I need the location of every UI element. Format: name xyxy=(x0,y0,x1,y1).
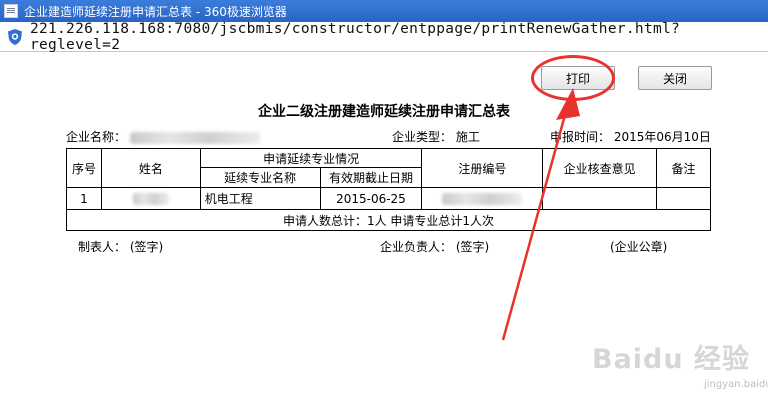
header-expiry: 有效期截止日期 xyxy=(319,167,423,188)
print-highlight-circle xyxy=(531,55,615,101)
company-name-redacted xyxy=(129,131,260,144)
watermark-logo: Baidu 经验 xyxy=(592,344,751,375)
cell-name-redacted xyxy=(100,187,201,210)
cell-major: 机电工程 xyxy=(199,187,321,210)
summary-text: 申请人数总计：1人 申请专业总计1人次 xyxy=(66,209,711,231)
close-button[interactable]: 关闭 xyxy=(638,66,712,90)
header-major: 延续专业名称 xyxy=(199,167,321,188)
cell-reg-no-redacted xyxy=(421,187,544,210)
header-reg-no: 注册编号 xyxy=(421,148,544,188)
window-title: 企业建造师延续注册申请汇总表 - 360极速浏览器 xyxy=(24,4,287,19)
company-type-field: 企业类型： 施工 xyxy=(392,128,480,145)
header-seq: 序号 xyxy=(66,148,102,188)
table-summary-row: 申请人数总计：1人 申请专业总计1人次 xyxy=(66,209,711,231)
shield-icon xyxy=(7,28,22,45)
cell-remark xyxy=(656,187,711,210)
baidu-watermark: Baidu 经验 jingyan.baidu.com xyxy=(592,337,768,390)
report-date-field: 申报时间： 2015年06月10日 xyxy=(550,128,711,145)
company-name-label: 企业名称： xyxy=(66,130,127,144)
company-type-label: 企业类型： xyxy=(392,130,453,144)
company-name-field: 企业名称： xyxy=(66,128,260,145)
header-opinion: 企业核查意见 xyxy=(542,148,658,188)
page-icon xyxy=(4,4,18,18)
header-remark: 备注 xyxy=(656,148,711,188)
url-text[interactable]: 221.226.118.168:7080/jscbmis/constructor… xyxy=(30,21,768,53)
company-seal: (企业公章) xyxy=(610,240,668,254)
maker-signature: 制表人： (签字) xyxy=(78,240,164,254)
cell-opinion xyxy=(542,187,658,210)
company-type-value: 施工 xyxy=(455,130,480,144)
table-header-row: 序号 姓名 申请延续专业情况 注册编号 企业核查意见 备注 xyxy=(66,148,711,188)
header-renew-info: 申请延续专业情况 xyxy=(199,148,423,168)
renewal-summary-table: 序号 姓名 申请延续专业情况 注册编号 企业核查意见 备注 延续专业名称 有效期… xyxy=(66,148,711,231)
cell-seq: 1 xyxy=(66,187,102,210)
cell-expiry: 2015-06-25 xyxy=(319,187,423,210)
table-row: 1 机电工程 2015-06-25 xyxy=(66,187,711,210)
watermark-url: jingyan.baidu.com xyxy=(704,379,768,390)
page-title: 企业二级注册建造师延续注册申请汇总表 xyxy=(258,104,510,120)
window-titlebar: 企业建造师延续注册申请汇总表 - 360极速浏览器 xyxy=(0,0,768,22)
leader-signature: 企业负责人： (签字) xyxy=(380,240,490,254)
report-date-value: 2015年06月10日 xyxy=(613,130,711,144)
address-bar[interactable]: 221.226.118.168:7080/jscbmis/constructor… xyxy=(0,21,768,53)
header-name: 姓名 xyxy=(100,148,201,188)
report-date-label: 申报时间： xyxy=(550,130,611,144)
